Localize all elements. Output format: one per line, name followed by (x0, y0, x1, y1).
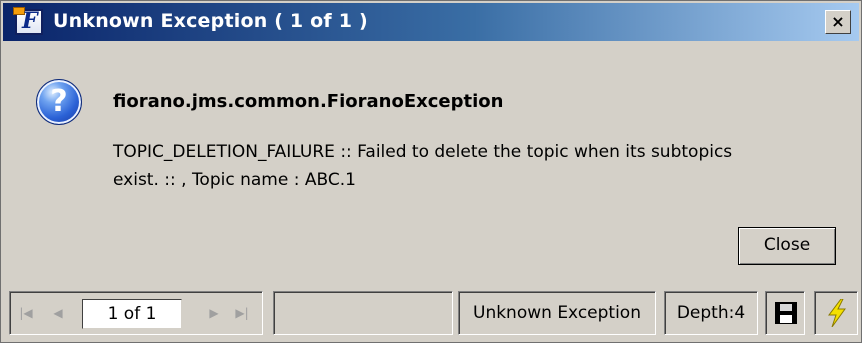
navigation-bar: |◀ ◀ 1 of 1 ▶ ▶| (9, 291, 263, 335)
fiorano-app-icon: F (13, 7, 43, 35)
lightning-button[interactable] (814, 291, 858, 335)
prev-page-icon[interactable]: ◀ (50, 304, 66, 322)
status-empty-cell (273, 291, 453, 335)
save-button[interactable] (765, 291, 805, 335)
exception-class-name: fiorano.jms.common.FioranoException (113, 91, 504, 112)
lightning-icon (828, 299, 846, 327)
page-indicator-field[interactable]: 1 of 1 (82, 299, 182, 329)
close-button[interactable]: Close (738, 227, 836, 265)
next-page-icon[interactable]: ▶ (206, 304, 222, 322)
question-icon: ? (36, 79, 82, 125)
first-page-icon[interactable]: |◀ (18, 304, 34, 322)
title-bar[interactable]: F Unknown Exception ( 1 of 1 ) × (3, 3, 859, 41)
close-window-button[interactable]: × (825, 10, 851, 34)
exception-dialog: F Unknown Exception ( 1 of 1 ) × ? fiora… (0, 0, 862, 343)
close-icon: × (831, 12, 845, 31)
exception-type-cell: Unknown Exception (458, 291, 656, 335)
last-page-icon[interactable]: ▶| (234, 304, 250, 322)
save-icon (775, 302, 797, 324)
depth-cell: Depth:4 (664, 291, 758, 335)
exception-message: TOPIC_DELETION_FAILURE :: Failed to dele… (113, 142, 733, 190)
window-title: Unknown Exception ( 1 of 1 ) (53, 10, 368, 32)
